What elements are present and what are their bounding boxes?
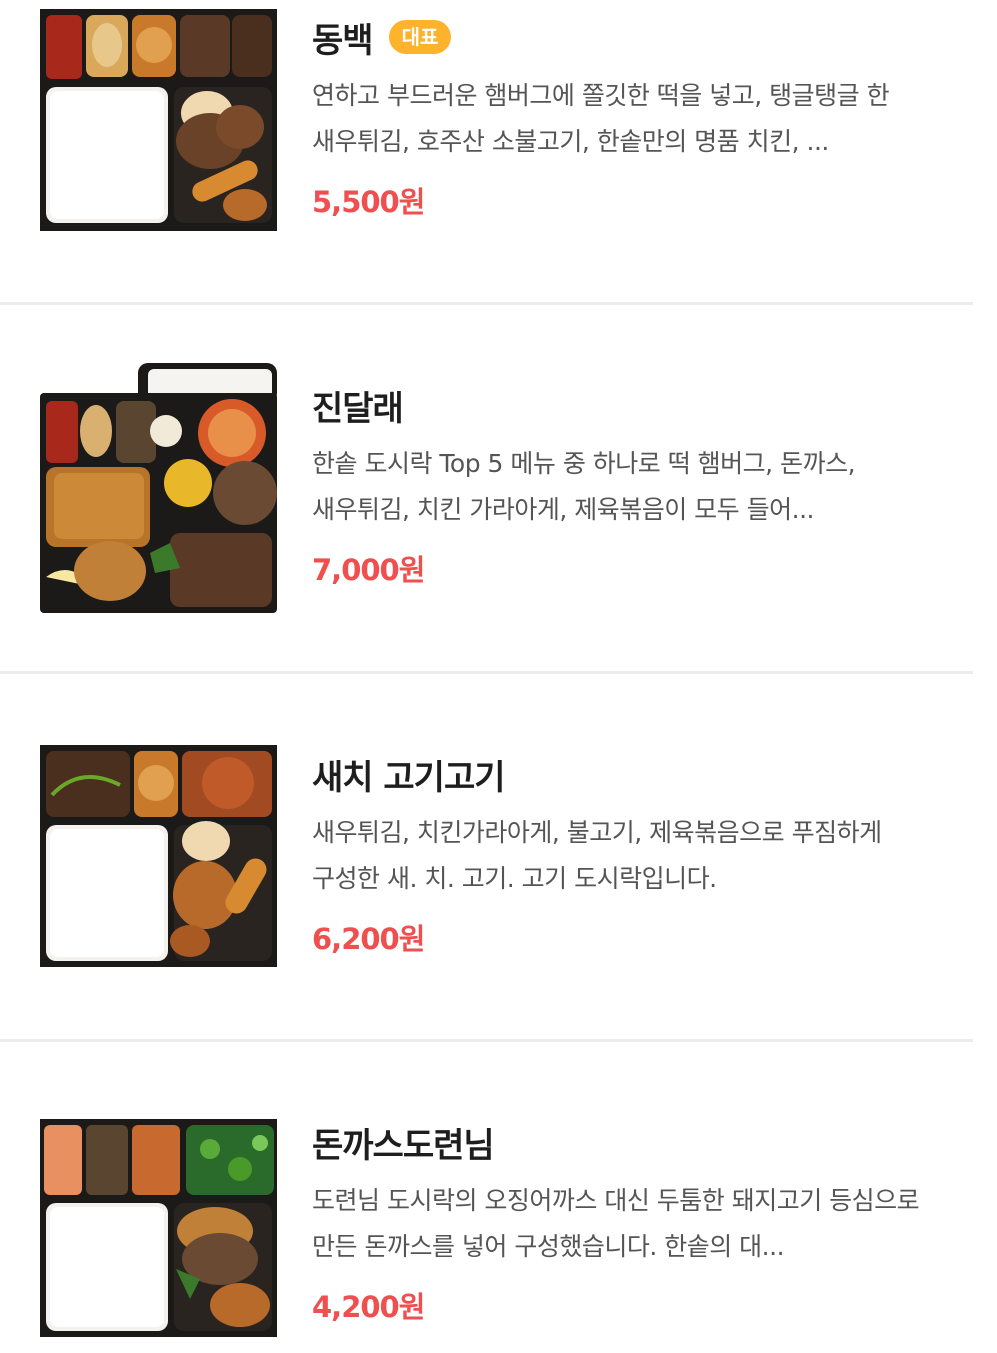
menu-name[interactable]: 새치 고기고기 (312, 750, 506, 799)
menu-price: 6,200원 (312, 922, 425, 956)
menu-name-row: 돈까스도련님 (312, 1118, 942, 1167)
menu-item[interactable]: 새치 고기고기 새우튀김, 치킨가라아게, 불고기, 제육볶음으로 푸짐하게 구… (0, 674, 997, 974)
menu-name-row: 진달래 (312, 381, 942, 430)
lunchbox-photo[interactable] (40, 745, 277, 967)
menu-name[interactable]: 동백 (312, 13, 374, 62)
menu-price: 4,200원 (312, 1290, 425, 1324)
menu-price: 7,000원 (312, 553, 425, 587)
menu-description: 한솥 도시락 Top 5 메뉴 중 하나로 떡 햄버그, 돈까스, 새우튀김, … (312, 449, 856, 524)
lunchbox-photo[interactable] (40, 363, 277, 613)
signature-badge: 대표 (388, 20, 452, 54)
menu-price: 5,500원 (312, 185, 425, 219)
lunchbox-photo[interactable] (40, 9, 277, 231)
menu-info: 진달래 한솥 도시락 Top 5 메뉴 중 하나로 떡 햄버그, 돈까스, 새우… (312, 383, 942, 589)
menu-name[interactable]: 진달래 (312, 381, 404, 430)
menu-name-row: 동백 대표 (312, 13, 942, 62)
menu-item[interactable]: 동백 대표 연하고 부드러운 햄버그에 쫄깃한 떡을 넣고, 탱글탱글 한 새우… (0, 0, 997, 300)
menu-description: 새우튀김, 치킨가라아게, 불고기, 제육볶음으로 푸짐하게 구성한 새. 치.… (312, 818, 882, 893)
menu-item[interactable]: 돈까스도련님 도련님 도시락의 오징어까스 대신 두툼한 돼지고기 등심으로 만… (0, 1042, 997, 1342)
menu-info: 동백 대표 연하고 부드러운 햄버그에 쫄깃한 떡을 넣고, 탱글탱글 한 새우… (312, 15, 942, 221)
lunchbox-photo[interactable] (40, 1117, 277, 1339)
menu-item[interactable]: 진달래 한솥 도시락 Top 5 메뉴 중 하나로 떡 햄버그, 돈까스, 새우… (0, 305, 997, 613)
menu-info: 돈까스도련님 도련님 도시락의 오징어까스 대신 두툼한 돼지고기 등심으로 만… (312, 1120, 942, 1326)
menu-name[interactable]: 돈까스도련님 (312, 1118, 495, 1167)
menu-name-row: 새치 고기고기 (312, 750, 942, 799)
menu-description: 도련님 도시락의 오징어까스 대신 두툼한 돼지고기 등심으로 만든 돈까스를 … (312, 1186, 920, 1261)
menu-info: 새치 고기고기 새우튀김, 치킨가라아게, 불고기, 제육볶음으로 푸짐하게 구… (312, 752, 942, 958)
menu-description: 연하고 부드러운 햄버그에 쫄깃한 떡을 넣고, 탱글탱글 한 새우튀김, 호주… (312, 81, 890, 156)
